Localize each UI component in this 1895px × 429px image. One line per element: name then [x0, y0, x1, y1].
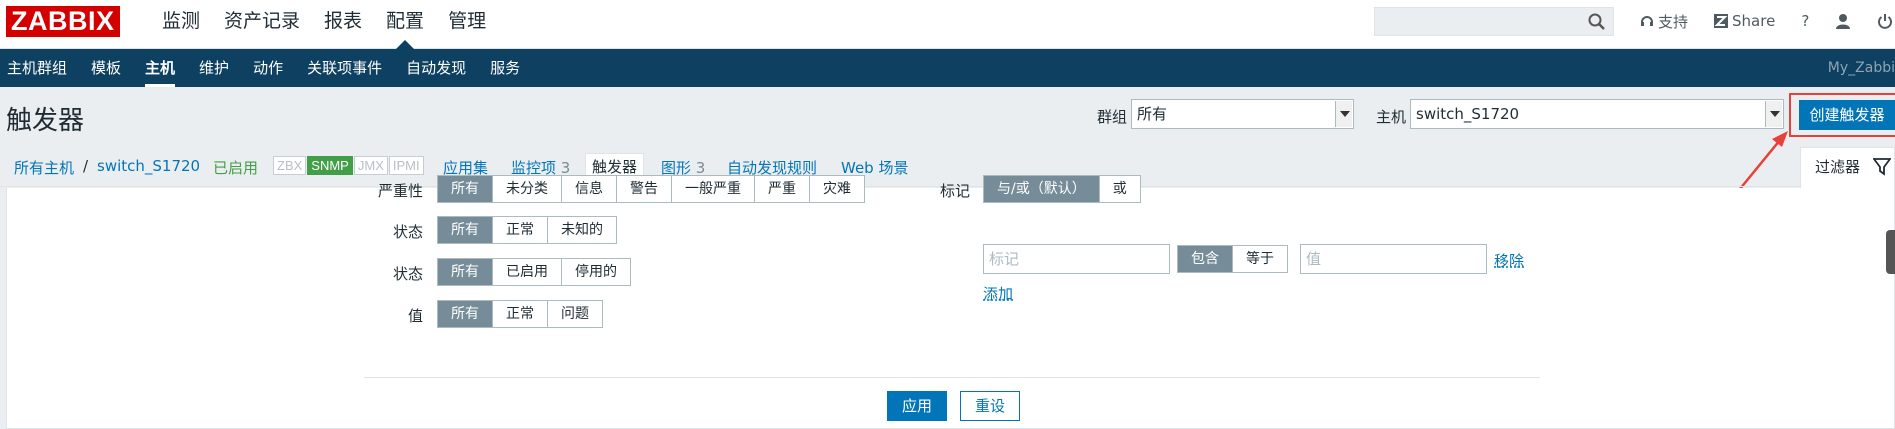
breadcrumb-host[interactable]: switch_S1720: [97, 157, 200, 175]
tag-value-input[interactable]: 值: [1300, 244, 1487, 274]
group-label: 群组: [1097, 108, 1128, 126]
status-toggle: 所有 已启用 停用的: [437, 258, 631, 286]
group-select-value: 所有: [1137, 105, 1168, 123]
tag-name-input[interactable]: 标记: [983, 244, 1170, 274]
value-problem[interactable]: 问题: [547, 301, 602, 327]
severity-warning[interactable]: 警告: [616, 176, 671, 202]
value-label: 值: [407, 307, 423, 325]
ipmi-badge: IPMI: [388, 156, 424, 175]
breadcrumb-separator: /: [83, 157, 89, 175]
filter-tab-label: 过滤器: [1815, 158, 1861, 176]
state-normal[interactable]: 正常: [492, 217, 547, 243]
severity-toggle: 所有 未分类 信息 警告 一般严重 严重 灾难: [437, 175, 865, 203]
host-select-value: switch_S1720: [1416, 105, 1520, 123]
main-nav: 监测 资产记录 报表 配置 管理: [150, 0, 498, 49]
profile-button[interactable]: [1835, 13, 1851, 29]
nav-configuration[interactable]: 配置: [374, 0, 436, 49]
breadcrumb-all-hosts[interactable]: 所有主机: [14, 157, 74, 178]
tags-mode-toggle: 与/或（默认） 或: [983, 175, 1141, 203]
jmx-badge: JMX: [353, 156, 388, 175]
page-title: 触发器: [6, 106, 85, 136]
header-actions: 支持 Share ?: [1640, 0, 1893, 42]
subnav-discovery[interactable]: 自动发现: [394, 49, 478, 87]
severity-label: 严重性: [377, 182, 423, 200]
availability-badges: ZBX SNMP JMX IPMI: [273, 156, 425, 175]
tags-mode-or[interactable]: 或: [1098, 176, 1140, 202]
subnav-services[interactable]: 服务: [478, 49, 532, 87]
sub-nav: 主机群组 模板 主机 维护 动作 关联项事件 自动发现 服务 My_Zabbi: [0, 49, 1895, 87]
logout-button[interactable]: [1877, 13, 1893, 29]
reset-button[interactable]: 重设: [960, 391, 1020, 421]
share-link[interactable]: Share: [1714, 12, 1775, 30]
tab-triggers-label: 触发器: [592, 158, 638, 176]
dropdown-arrow-icon[interactable]: [1335, 101, 1352, 127]
subnav-actions[interactable]: 动作: [241, 49, 295, 87]
power-icon: [1878, 14, 1893, 29]
tag-op-contains[interactable]: 包含: [1178, 246, 1232, 272]
help-button[interactable]: ?: [1801, 12, 1809, 30]
tag-name-placeholder: 标记: [989, 250, 1020, 268]
subnav-host-groups[interactable]: 主机群组: [0, 49, 79, 87]
host-status[interactable]: 已启用: [213, 157, 258, 178]
side-scroll-handle[interactable]: [1886, 230, 1895, 274]
nav-administration[interactable]: 管理: [436, 0, 498, 49]
state-label: 状态: [392, 223, 423, 241]
subnav-hosts[interactable]: 主机: [133, 49, 187, 87]
status-label: 状态: [392, 265, 423, 283]
zabbix-logo[interactable]: ZABBIX: [6, 6, 120, 37]
remove-tag-link[interactable]: 移除: [1494, 250, 1524, 271]
support-link[interactable]: 支持: [1640, 11, 1688, 32]
subnav-correlation[interactable]: 关联项事件: [295, 49, 394, 87]
tag-op-equals[interactable]: 等于: [1232, 246, 1287, 272]
add-tag-link[interactable]: 添加: [983, 283, 1013, 304]
zbx-badge: ZBX: [273, 156, 307, 175]
status-all[interactable]: 所有: [438, 259, 492, 285]
group-select[interactable]: 所有: [1131, 99, 1354, 129]
status-enabled[interactable]: 已启用: [492, 259, 561, 285]
nav-monitoring[interactable]: 监测: [150, 0, 212, 49]
tags-mode-and-or[interactable]: 与/或（默认）: [984, 176, 1099, 202]
value-toggle: 所有 正常 问题: [437, 300, 603, 328]
subnav-maintenance[interactable]: 维护: [187, 49, 241, 87]
share-z-icon: [1714, 14, 1729, 28]
severity-average[interactable]: 一般严重: [671, 176, 754, 202]
value-all[interactable]: 所有: [438, 301, 492, 327]
severity-information[interactable]: 信息: [561, 176, 616, 202]
tags-label: 标记: [939, 182, 970, 200]
snmp-badge: SNMP: [307, 156, 353, 175]
severity-all[interactable]: 所有: [438, 176, 492, 202]
top-header: ZABBIX 监测 资产记录 报表 配置 管理 支持 Share ?: [0, 0, 1895, 49]
filter-tab[interactable]: 过滤器: [1800, 147, 1895, 188]
apply-button[interactable]: 应用: [887, 391, 947, 421]
filter-panel: [6, 188, 1895, 429]
status-disabled[interactable]: 停用的: [561, 259, 630, 285]
host-label: 主机: [1376, 108, 1407, 126]
value-ok[interactable]: 正常: [492, 301, 547, 327]
dropdown-arrow-icon[interactable]: [1765, 101, 1782, 127]
server-name: My_Zabbi: [1827, 60, 1895, 76]
nav-reports[interactable]: 报表: [312, 0, 374, 49]
share-label: Share: [1732, 12, 1776, 30]
state-toggle: 所有 正常 未知的: [437, 216, 617, 244]
host-select[interactable]: switch_S1720: [1410, 99, 1784, 129]
state-all[interactable]: 所有: [438, 217, 492, 243]
state-unknown[interactable]: 未知的: [547, 217, 616, 243]
search-input[interactable]: [1374, 7, 1614, 36]
severity-not-classified[interactable]: 未分类: [492, 176, 561, 202]
tag-operator-toggle: 包含 等于: [1177, 245, 1288, 273]
search-icon[interactable]: [1587, 12, 1607, 32]
headset-icon: [1641, 16, 1653, 26]
subnav-templates[interactable]: 模板: [79, 49, 133, 87]
support-label: 支持: [1658, 12, 1689, 31]
tag-value-placeholder: 值: [1306, 250, 1322, 268]
user-icon: [1836, 14, 1851, 29]
nav-inventory[interactable]: 资产记录: [212, 0, 312, 49]
severity-disaster[interactable]: 灾难: [809, 176, 864, 202]
filter-icon: [1873, 158, 1891, 176]
filter-divider: [364, 377, 1540, 378]
severity-high[interactable]: 严重: [754, 176, 809, 202]
create-trigger-button[interactable]: 创建触发器: [1799, 100, 1895, 130]
